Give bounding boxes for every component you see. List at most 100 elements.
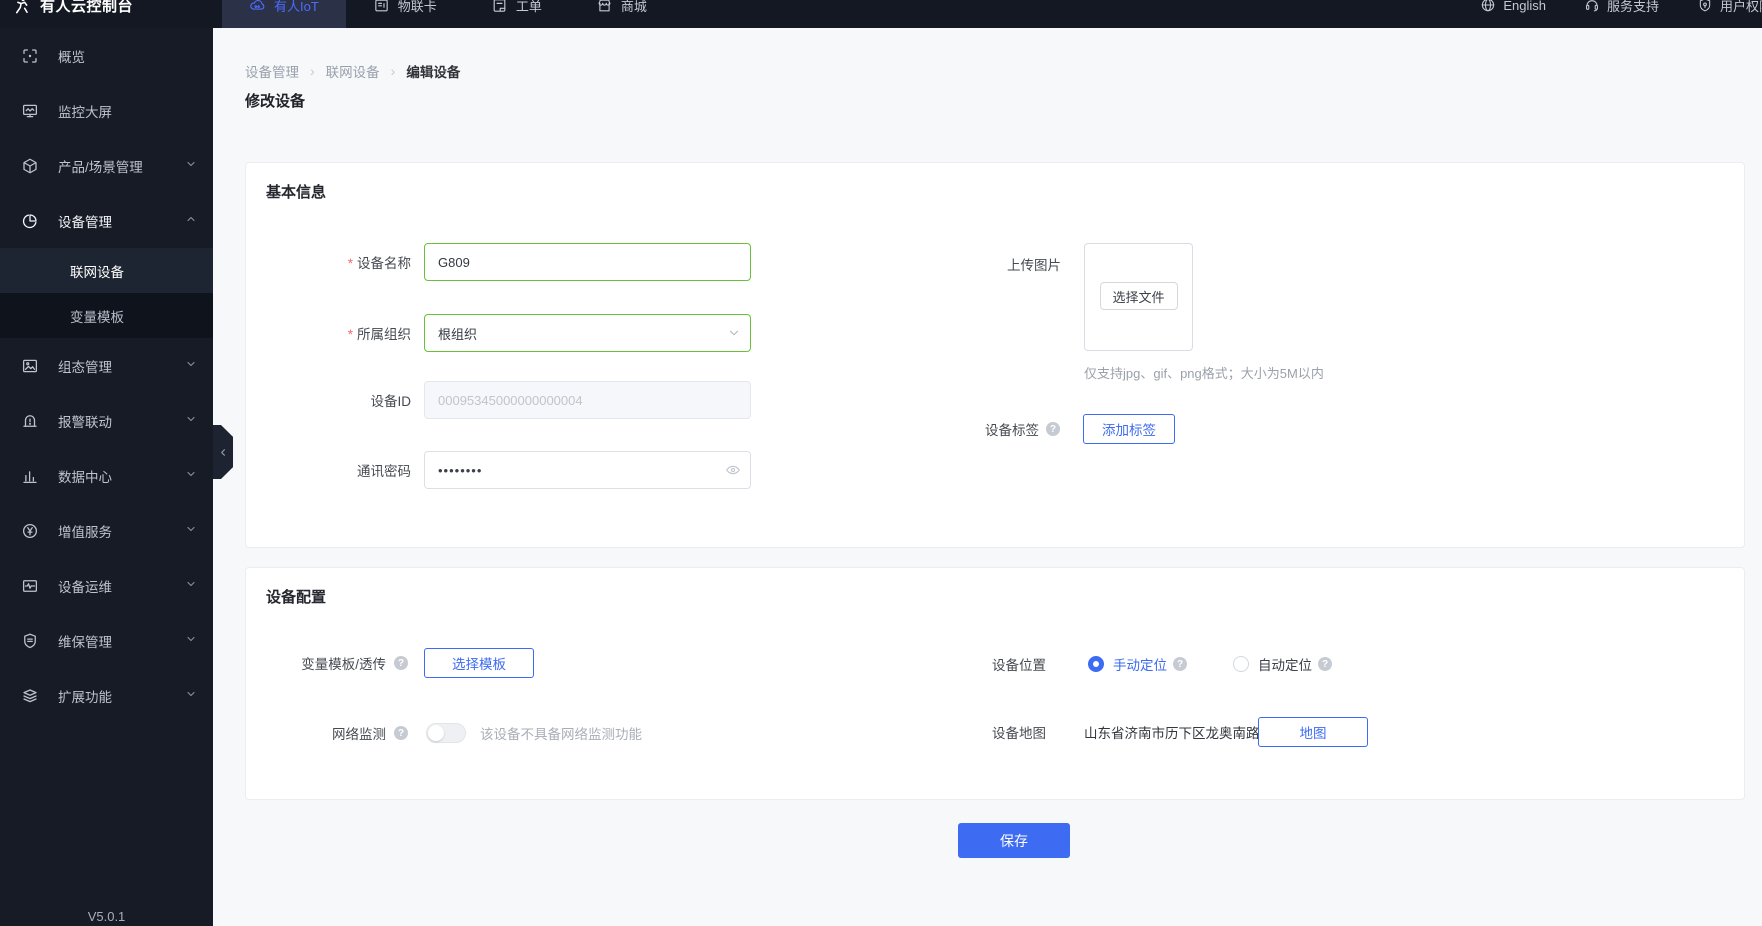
breadcrumb: 设备管理 › 联网设备 › 编辑设备 xyxy=(245,61,460,81)
upload-dropzone[interactable]: 选择文件 xyxy=(1084,243,1193,351)
device-management-submenu: 联网设备 变量模板 xyxy=(0,248,213,338)
sidebar-item-maintenance-mgmt[interactable]: 维保管理 xyxy=(0,613,213,668)
help-icon[interactable]: ? xyxy=(394,656,408,670)
user-permissions[interactable]: 用户权限 xyxy=(1697,0,1762,15)
tab-work-order[interactable]: 工单 xyxy=(464,0,569,28)
sidebar-item-overview[interactable]: 概览 xyxy=(0,28,213,83)
map-button[interactable]: 地图 xyxy=(1258,717,1368,747)
headset-icon xyxy=(1584,0,1600,13)
main-content: 设备管理 › 联网设备 › 编辑设备 修改设备 基本信息 *设备名称 *所属组织… xyxy=(213,28,1762,926)
sidebar-item-label: 增值服务 xyxy=(58,521,112,541)
topbar: 有人云控制台 有人IoT xyxy=(0,0,1762,28)
cube-icon xyxy=(21,157,39,175)
device-location-label: 设备位置 xyxy=(906,654,1046,674)
device-map-label: 设备地图 xyxy=(906,722,1046,742)
breadcrumb-device-management[interactable]: 设备管理 xyxy=(245,61,299,81)
user-permissions-label: 用户权限 xyxy=(1720,0,1762,15)
tab-mall[interactable]: 商城 xyxy=(569,0,674,28)
choose-file-button[interactable]: 选择文件 xyxy=(1099,282,1177,310)
device-name-input[interactable] xyxy=(424,243,751,281)
chevron-down-icon xyxy=(185,468,197,483)
sidebar-item-alarm-linkage[interactable]: 报警联动 xyxy=(0,393,213,448)
image-icon xyxy=(21,357,39,375)
network-monitor-hint: 该设备不具备网络监测功能 xyxy=(480,723,642,743)
page-title: 修改设备 xyxy=(245,90,305,111)
add-tag-button[interactable]: 添加标签 xyxy=(1083,414,1175,444)
device-config-card: 设备配置 变量模板/透传 ? 选择模板 网络监测 ? 该设备不具备网络监测功能 … xyxy=(245,567,1745,800)
help-icon[interactable]: ? xyxy=(394,726,408,740)
tab-youren-iot[interactable]: 有人IoT xyxy=(222,0,346,28)
sidebar-item-label: 设备运维 xyxy=(58,576,112,596)
basic-info-card: 基本信息 *设备名称 *所属组织 根组织 设备ID xyxy=(245,162,1745,548)
organization-selected-value: 根组织 xyxy=(438,324,477,343)
chevron-down-icon xyxy=(185,633,197,648)
sidebar-item-label: 数据中心 xyxy=(58,466,112,486)
tab-iot-card[interactable]: 物联卡 xyxy=(346,0,464,28)
monitor-icon xyxy=(21,102,39,120)
sidebar-subitem-connected-devices[interactable]: 联网设备 xyxy=(0,248,213,293)
mall-icon xyxy=(596,0,613,14)
sidebar-item-device-ops[interactable]: 设备运维 xyxy=(0,558,213,613)
sidebar-item-label: 扩展功能 xyxy=(58,686,112,706)
sidebar-item-extended-functions[interactable]: 扩展功能 xyxy=(0,668,213,723)
sidebar-item-data-center[interactable]: 数据中心 xyxy=(0,448,213,503)
help-icon[interactable]: ? xyxy=(1046,422,1060,436)
help-icon[interactable]: ? xyxy=(1318,657,1332,671)
chevron-down-icon xyxy=(727,326,741,340)
manual-location-radio[interactable] xyxy=(1088,656,1104,672)
cloud-icon xyxy=(249,0,266,14)
sidebar-item-label: 监控大屏 xyxy=(58,101,112,121)
upload-image-label: 上传图片 xyxy=(896,254,1061,274)
organization-label: *所属组织 xyxy=(246,323,411,343)
auto-location-label[interactable]: 自动定位 xyxy=(1258,654,1312,674)
layers-icon xyxy=(21,687,39,705)
help-icon[interactable]: ? xyxy=(1173,657,1187,671)
app-title: 有人云控制台 xyxy=(40,0,133,16)
device-id-label: 设备ID xyxy=(246,390,411,410)
sidebar-item-configuration-mgmt[interactable]: 组态管理 xyxy=(0,338,213,393)
chevron-down-icon xyxy=(185,413,197,428)
sidebar-item-monitor-screen[interactable]: 监控大屏 xyxy=(0,83,213,138)
chevron-down-icon xyxy=(185,523,197,538)
sidebar-item-device-management[interactable]: 设备管理 xyxy=(0,193,213,248)
tab-label: 工单 xyxy=(516,0,542,15)
breadcrumb-connected-devices[interactable]: 联网设备 xyxy=(326,61,380,81)
sidebar-subitem-variable-template[interactable]: 变量模板 xyxy=(0,293,213,338)
device-tags-label: 设备标签 xyxy=(985,419,1039,439)
version-label: V5.0.1 xyxy=(0,909,213,924)
chevron-up-icon xyxy=(185,213,197,228)
device-name-label: *设备名称 xyxy=(246,252,411,272)
language-switch[interactable]: English xyxy=(1480,0,1546,13)
breadcrumb-separator: › xyxy=(310,63,315,79)
device-config-title: 设备配置 xyxy=(266,586,326,607)
manual-location-label[interactable]: 手动定位 xyxy=(1113,654,1167,674)
sidebar: 概览 监控大屏 产品/场景管理 xyxy=(0,28,213,926)
save-button[interactable]: 保存 xyxy=(958,823,1070,858)
iot-card-icon xyxy=(373,0,390,14)
app-window: 有人云控制台 有人IoT xyxy=(0,0,1762,926)
upload-hint: 仅支持jpg、gif、png格式；大小为5M以内 xyxy=(1084,363,1324,382)
topbar-right: English 服务支持 用户权限 xyxy=(1480,0,1762,15)
yen-icon xyxy=(21,522,39,540)
required-mark: * xyxy=(348,327,353,342)
auto-location-radio[interactable] xyxy=(1233,656,1249,672)
comm-password-input[interactable] xyxy=(424,451,751,489)
sidebar-item-label: 维保管理 xyxy=(58,631,112,651)
bar-chart-icon xyxy=(21,467,39,485)
service-support[interactable]: 服务支持 xyxy=(1584,0,1659,15)
eye-icon[interactable] xyxy=(725,462,741,478)
chevron-down-icon xyxy=(185,578,197,593)
sidebar-item-value-added-services[interactable]: 增值服务 xyxy=(0,503,213,558)
top-nav-tabs: 有人IoT 物联卡 工单 xyxy=(222,0,674,28)
sidebar-item-label: 设备管理 xyxy=(58,211,112,231)
tab-label: 商城 xyxy=(621,0,647,15)
choose-template-button[interactable]: 选择模板 xyxy=(424,648,534,678)
alarm-icon xyxy=(21,412,39,430)
work-order-icon xyxy=(491,0,508,14)
sidebar-item-product-scene[interactable]: 产品/场景管理 xyxy=(0,138,213,193)
logo[interactable]: 有人云控制台 xyxy=(0,0,212,16)
language-label: English xyxy=(1503,0,1546,13)
organization-select[interactable]: 根组织 xyxy=(424,314,751,352)
network-monitor-toggle[interactable] xyxy=(426,723,466,743)
breadcrumb-separator: › xyxy=(391,63,396,79)
